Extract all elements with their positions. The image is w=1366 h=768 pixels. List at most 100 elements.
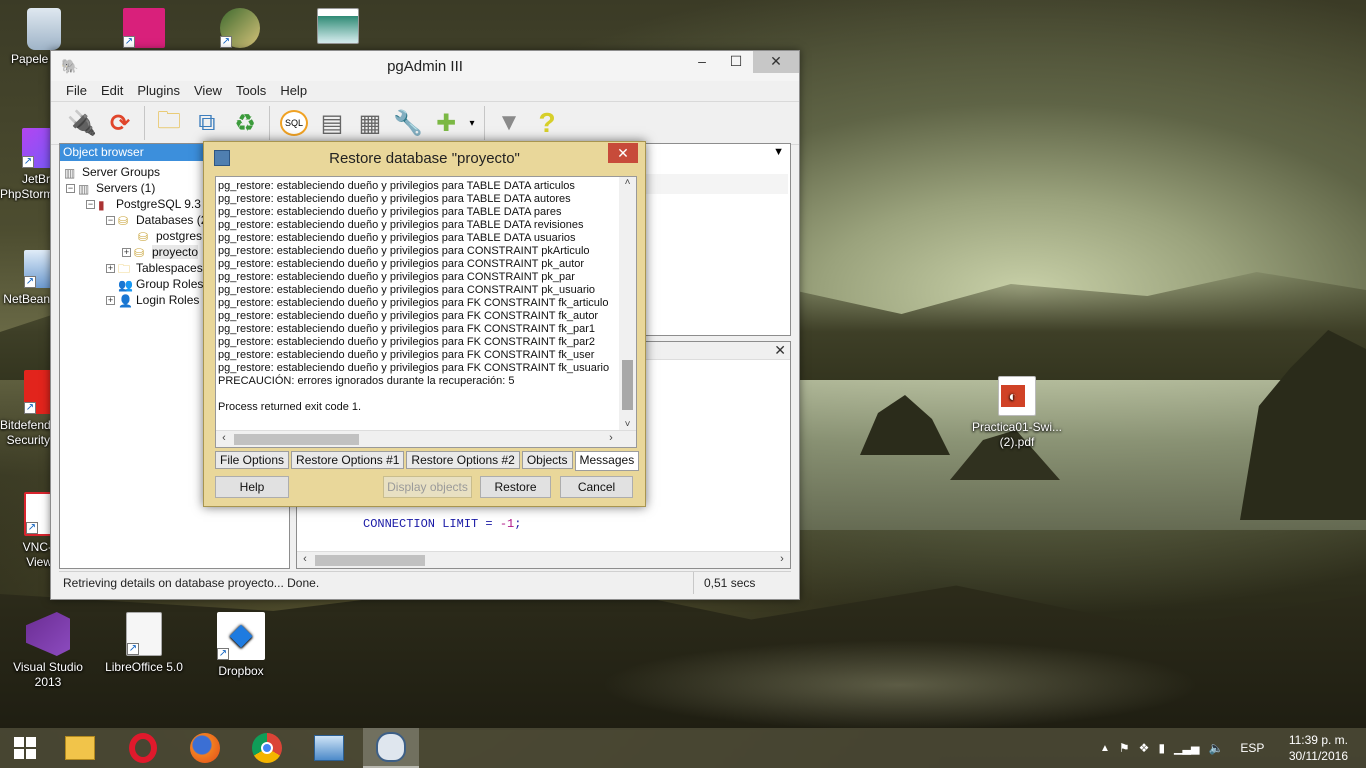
dialog-title-bar[interactable]: Restore database "proyecto" ✕ — [204, 142, 645, 174]
system-tray: ▲ ⚑ ❖ ▮ ▁▃▅ 🔈 ESP — [1100, 728, 1264, 768]
filtered-data-grid-icon[interactable]: ▦ — [353, 106, 387, 140]
expand-icon[interactable]: + — [106, 296, 115, 306]
taskbar-opera[interactable] — [115, 728, 171, 768]
pane-dropdown-icon[interactable]: ▼ — [773, 146, 784, 158]
recycle-bin-icon — [27, 8, 61, 50]
firefox-icon — [190, 733, 220, 763]
status-time: 0,51 secs — [693, 572, 793, 594]
tab-file-options[interactable]: File Options — [215, 451, 290, 469]
scrollbar-thumb[interactable] — [622, 360, 633, 410]
refresh-icon[interactable]: ⟳ — [103, 106, 137, 140]
message-line: pg_restore: estableciendo dueño y privil… — [218, 310, 599, 322]
menu-edit[interactable]: Edit — [94, 81, 130, 101]
sql-code-line: CONNECTION LIMIT = -1; — [363, 517, 521, 531]
scroll-right-icon[interactable]: › — [774, 553, 790, 565]
scroll-up-icon[interactable]: ˄ — [619, 177, 636, 188]
desktop-icon-bitdefender[interactable]: ↗ Bitdefend Security — [0, 370, 50, 448]
dropbox-tray-icon[interactable]: ❖ — [1139, 741, 1150, 755]
tab-messages[interactable]: Messages — [574, 451, 640, 471]
taskbar: ▲ ⚑ ❖ ▮ ▁▃▅ 🔈 ESP 11:39 p. m. 30/11/2016 — [0, 728, 1366, 768]
desktop-icon-vnc-viewer[interactable]: ↗ VNC-View — [0, 492, 52, 570]
taskbar-firefox[interactable] — [177, 728, 233, 768]
sql-query-icon[interactable]: SQL — [277, 106, 311, 140]
maximize-button[interactable]: ☐ — [719, 51, 753, 73]
menu-plugins[interactable]: Plugins — [130, 81, 187, 101]
desktop-icon-dropbox[interactable]: ◆ ↗ Dropbox — [201, 612, 281, 679]
scroll-left-icon[interactable]: ‹ — [297, 553, 313, 565]
scrollbar-thumb[interactable] — [234, 434, 359, 445]
scrollbar-thumb[interactable] — [315, 555, 425, 566]
scroll-down-icon[interactable]: ˅ — [619, 419, 636, 430]
toolbar-separator — [144, 106, 145, 140]
restore-button[interactable]: Restore — [480, 476, 551, 498]
dialog-close-button[interactable]: ✕ — [608, 143, 638, 163]
start-button[interactable] — [0, 728, 50, 768]
desktop-icon-visual-studio[interactable]: Visual Studio 2013 — [8, 612, 88, 690]
toolbar-separator — [484, 106, 485, 140]
tree-node-label: Group Roles — [136, 277, 204, 291]
hint-icon[interactable]: ▼ — [492, 106, 526, 140]
close-pane-icon[interactable]: ✕ — [774, 342, 786, 359]
expand-icon[interactable]: + — [106, 264, 115, 274]
taskbar-file-explorer[interactable] — [52, 728, 108, 768]
desktop-icon-pdf[interactable]: ◐ Practica01-Swi...(2).pdf — [970, 376, 1064, 450]
libreoffice-icon: ↗ — [126, 612, 162, 656]
desktop-icon-window-app[interactable] — [298, 8, 378, 48]
messages-textarea[interactable]: pg_restore: estableciendo dueño y privil… — [215, 176, 637, 448]
collapse-icon[interactable]: − — [106, 216, 115, 226]
connect-plug-icon[interactable]: 🔌 — [65, 106, 99, 140]
scroll-right-icon[interactable]: › — [603, 432, 619, 444]
create-object-icon[interactable]: ⧉ — [190, 106, 224, 140]
shortcut-arrow-icon: ↗ — [22, 156, 34, 168]
pdf-file-icon: ◐ — [998, 376, 1036, 416]
message-line: Process returned exit code 1. — [218, 401, 362, 413]
properties-folder-icon[interactable]: 🗀 — [152, 106, 186, 140]
shortcut-arrow-icon: ↗ — [24, 402, 36, 414]
language-indicator[interactable]: ESP — [1240, 741, 1264, 755]
plugins-puzzle-icon[interactable]: ✚ — [429, 106, 463, 140]
desktop-icon-app[interactable]: ↗ — [104, 8, 184, 52]
minimize-button[interactable]: – — [685, 51, 719, 73]
maintenance-wrench-icon[interactable]: 🔧 — [391, 106, 425, 140]
server-groups-icon: ▥ — [64, 165, 76, 180]
tab-restore-options-2[interactable]: Restore Options #2 — [406, 451, 520, 469]
desktop-icon-phpstorm[interactable]: ↗ JetBr PhpStorm — [0, 128, 50, 202]
taskbar-chrome[interactable] — [239, 728, 295, 768]
network-signal-icon[interactable]: ▁▃▅ — [1174, 742, 1199, 755]
menu-view[interactable]: View — [187, 81, 229, 101]
shortcut-arrow-icon: ↗ — [26, 522, 38, 534]
menu-help[interactable]: Help — [273, 81, 314, 101]
show-hidden-icons-icon[interactable]: ▲ — [1100, 743, 1110, 754]
tab-objects[interactable]: Objects — [521, 451, 573, 469]
taskbar-pgadmin[interactable] — [363, 728, 419, 768]
battery-icon[interactable]: ▮ — [1158, 741, 1165, 755]
shortcut-arrow-icon: ↗ — [123, 36, 135, 48]
collapse-icon[interactable]: − — [66, 184, 75, 194]
title-bar[interactable]: 🐘 pgAdmin III – ☐ ✕ — [51, 51, 799, 81]
collapse-icon[interactable]: − — [86, 200, 95, 210]
sql-horizontal-scrollbar[interactable]: ‹ › — [297, 551, 790, 568]
dialog-button-row: Help Display objects Restore Cancel — [204, 476, 645, 498]
messages-vertical-scrollbar[interactable]: ˄ ˅ — [619, 177, 636, 430]
help-button[interactable]: Help — [215, 476, 289, 498]
help-question-icon[interactable]: ? — [530, 106, 564, 140]
expand-icon[interactable]: + — [122, 248, 131, 258]
plugins-dropdown-icon[interactable]: ▾ — [467, 106, 477, 140]
close-button[interactable]: ✕ — [753, 51, 799, 73]
delete-recycle-icon[interactable]: ♻ — [228, 106, 262, 140]
desktop-icon-libreoffice[interactable]: ↗ LibreOffice 5.0 — [104, 612, 184, 675]
scroll-left-icon[interactable]: ‹ — [216, 432, 232, 444]
volume-icon[interactable]: 🔈 — [1208, 741, 1223, 755]
action-center-flag-icon[interactable]: ⚑ — [1119, 741, 1130, 755]
menu-file[interactable]: File — [59, 81, 94, 101]
desktop-icon-mail[interactable]: ↗ — [200, 8, 280, 52]
menu-tools[interactable]: Tools — [229, 81, 273, 101]
cancel-button[interactable]: Cancel — [560, 476, 633, 498]
clock[interactable]: 11:39 p. m. 30/11/2016 — [1289, 732, 1348, 764]
messages-horizontal-scrollbar[interactable]: ‹ › — [216, 430, 636, 447]
display-objects-button[interactable]: Display objects — [383, 476, 472, 498]
desktop-icon-netbeans[interactable]: ↗ NetBean — [0, 250, 50, 307]
tab-restore-options-1[interactable]: Restore Options #1 — [291, 451, 405, 469]
view-data-grid-icon[interactable]: ▤ — [315, 106, 349, 140]
taskbar-control-panel[interactable] — [301, 728, 357, 768]
